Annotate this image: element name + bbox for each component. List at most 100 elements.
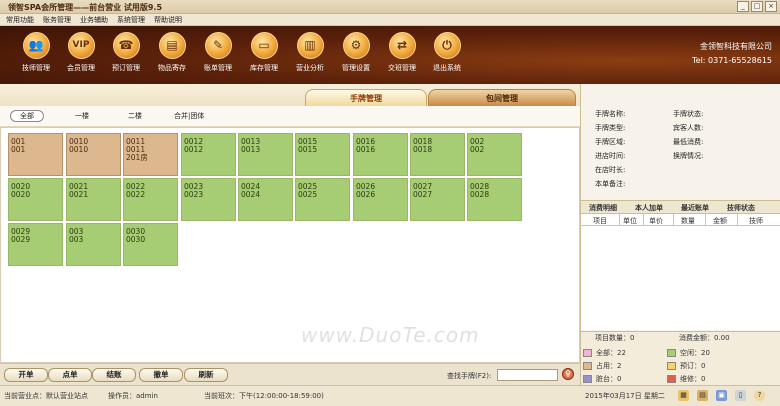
- action-bar: 开单 点单 结账 撤单 刷新 查找手牌(F2): ⚲: [0, 363, 580, 385]
- hand-card[interactable]: 0015 0015: [295, 133, 350, 176]
- hand-card[interactable]: 0025 0025: [295, 178, 350, 221]
- company-tel: Tel: 0371-65528615: [692, 56, 772, 65]
- hand-info: 手牌名称: 手牌类型: 手牌区域: 进店时间: 在店时长: 本单备注: 手牌状态…: [581, 101, 780, 196]
- info-label: 换牌情况:: [673, 152, 704, 160]
- hand-card[interactable]: 0023 0023: [181, 178, 236, 221]
- floor-all[interactable]: 全部: [10, 110, 44, 122]
- menu-system[interactable]: 系统管理: [117, 14, 145, 25]
- open-order-button[interactable]: 开单: [4, 368, 48, 382]
- card-number: 0030: [126, 235, 146, 244]
- hand-card[interactable]: 0029 0029: [8, 223, 63, 266]
- info-label: 手牌状态:: [673, 110, 704, 118]
- search-icon[interactable]: ⚲: [562, 368, 574, 380]
- hand-card[interactable]: 0030 0030: [123, 223, 178, 266]
- card-number: 003: [69, 235, 84, 244]
- toolbar-settings[interactable]: ⚙ 管理设置: [336, 32, 376, 73]
- tab-consumption[interactable]: 消费明细: [589, 203, 617, 213]
- gear-icon: ⚙: [342, 32, 370, 59]
- close-button[interactable]: ×: [765, 1, 777, 12]
- toolbar-label: 物品寄存: [158, 64, 186, 72]
- tab-recent-bills[interactable]: 最近账单: [681, 203, 709, 213]
- hand-card[interactable]: 0021 0021: [66, 178, 121, 221]
- menu-common[interactable]: 常用功能: [6, 14, 34, 25]
- tab-add-order[interactable]: 本人加单: [635, 203, 663, 213]
- hand-card[interactable]: 0024 0024: [238, 178, 293, 221]
- card-number: 0020: [11, 190, 31, 199]
- card-number: 0022: [126, 190, 146, 199]
- company-name: 金领智科技有限公司: [700, 42, 772, 51]
- hand-card[interactable]: 0010 0010: [66, 133, 121, 176]
- toolbar-technician[interactable]: 👥 技师管理: [16, 32, 56, 73]
- cancel-order-button[interactable]: 撤单: [139, 368, 183, 382]
- hand-card[interactable]: 0011 0011 201房: [123, 133, 178, 176]
- toolbar-booking[interactable]: ☎ 预订管理: [106, 32, 146, 73]
- floor-second[interactable]: 二楼: [128, 111, 142, 121]
- order-tabs: 消费明细 本人加单 最近账单 技师状态: [581, 200, 780, 214]
- hand-card[interactable]: 0016 0016: [353, 133, 408, 176]
- card-number: 0023: [184, 190, 204, 199]
- toolbar-label: 交班管理: [388, 64, 416, 72]
- toolbar-analysis[interactable]: ▥ 营业分析: [290, 32, 330, 73]
- toolbar-label: 退出系统: [433, 64, 461, 72]
- info-label: 在店时长:: [595, 166, 626, 174]
- toolbar-exit[interactable]: ⏻ 退出系统: [427, 32, 467, 73]
- menu-bar: 常用功能 账务管理 业务辅助 系统管理 帮助说明: [0, 14, 780, 26]
- col-technician: 技师: [749, 217, 763, 225]
- hand-card[interactable]: 001 001: [8, 133, 63, 176]
- order-totals: 项目数量：0 消费金额：0.00: [581, 331, 780, 342]
- hand-card[interactable]: 0022 0022: [123, 178, 178, 221]
- power-icon: ⏻: [433, 32, 461, 59]
- vip-icon: VIP: [67, 32, 95, 59]
- col-item: 项目: [593, 217, 607, 225]
- calculator-icon[interactable]: ▦: [678, 390, 689, 401]
- card-number: 0018: [413, 145, 433, 154]
- hand-card-grid: 001 001 0010 0010 0011 0011 201房 0012 0012 0013 00…: [0, 127, 580, 363]
- maximize-button[interactable]: □: [751, 1, 763, 12]
- help-icon[interactable]: ?: [754, 390, 765, 401]
- toolbar-handover[interactable]: ⇄ 交班管理: [382, 32, 422, 73]
- info-label: 宾客人数:: [673, 124, 704, 132]
- info-label: 手牌类型:: [595, 124, 626, 132]
- tab-tech-status[interactable]: 技师状态: [727, 203, 755, 213]
- toolbar-storage[interactable]: ▤ 物品寄存: [152, 32, 192, 73]
- toolbar-vip[interactable]: VIP 会员管理: [61, 32, 101, 73]
- card-number: 0013: [241, 145, 261, 154]
- window-controls: _ □ ×: [737, 1, 777, 12]
- app-window: { "window": {"title": "领智SPA会所管理——前台营业 试…: [0, 0, 780, 406]
- legend-swatch: [667, 375, 676, 383]
- status-legend: 全部：22 空闲：20 占用：2 预订：0 脏台：0 维修：0: [581, 342, 780, 385]
- window-icon[interactable]: ▣: [716, 390, 727, 401]
- technician-icon: 👥: [22, 32, 50, 59]
- menu-help[interactable]: 帮助说明: [154, 14, 182, 25]
- hand-card[interactable]: 0027 0027: [410, 178, 465, 221]
- phone-icon: ☎: [112, 32, 140, 59]
- hand-card[interactable]: 0026 0026: [353, 178, 408, 221]
- search-hand-input[interactable]: [497, 369, 558, 381]
- toolbar-inventory[interactable]: ▭ 库存管理: [244, 32, 284, 73]
- hand-card[interactable]: 002 002: [467, 133, 522, 176]
- add-item-button[interactable]: 点单: [48, 368, 92, 382]
- status-date: 2015年03月17日 星期二: [585, 392, 665, 400]
- checkout-button[interactable]: 结账: [92, 368, 136, 382]
- floor-first[interactable]: 一楼: [75, 111, 89, 121]
- legend-occupied: 占用：2: [583, 361, 621, 371]
- menu-accounts[interactable]: 账务管理: [43, 14, 71, 25]
- minimize-button[interactable]: _: [737, 1, 749, 12]
- lock-icon[interactable]: ▯: [735, 390, 746, 401]
- watermark: www.DuoTe.com: [301, 323, 480, 347]
- legend-swatch: [583, 349, 592, 357]
- refresh-button[interactable]: 刷新: [184, 368, 228, 382]
- hand-card[interactable]: 0013 0013: [238, 133, 293, 176]
- tab-room-management[interactable]: 包间管理: [428, 89, 576, 106]
- toolbar-bills[interactable]: ✎ 账单管理: [198, 32, 238, 73]
- notepad-icon[interactable]: ▤: [697, 390, 708, 401]
- hand-card[interactable]: 0018 0018: [410, 133, 465, 176]
- hand-card[interactable]: 0020 0020: [8, 178, 63, 221]
- menu-business[interactable]: 业务辅助: [80, 14, 108, 25]
- status-shift: 当前班次：下午(12:00:00-18:59:00): [204, 392, 324, 400]
- tab-hand-management[interactable]: 手牌管理: [305, 89, 427, 106]
- hand-card[interactable]: 003 003: [66, 223, 121, 266]
- floor-merged-group[interactable]: 合并|团体: [174, 111, 204, 121]
- hand-card[interactable]: 0012 0012: [181, 133, 236, 176]
- hand-card[interactable]: 0028 0028: [467, 178, 522, 221]
